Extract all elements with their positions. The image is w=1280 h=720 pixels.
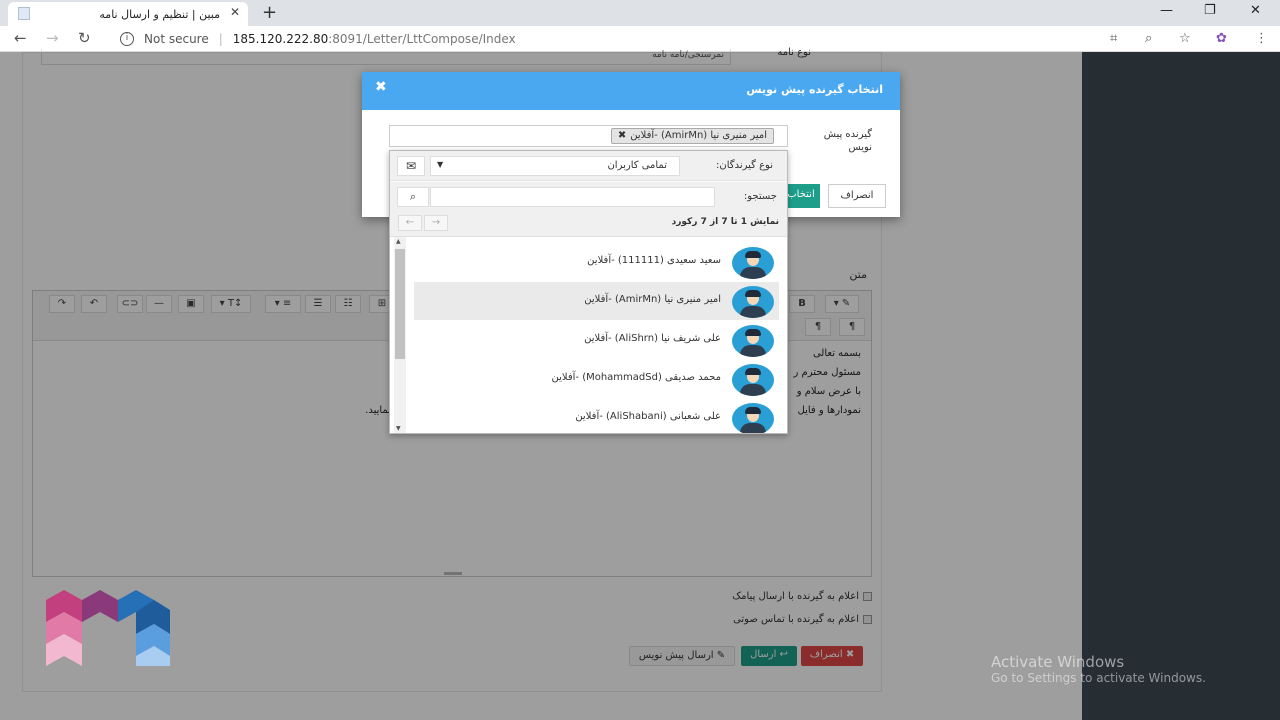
menu-icon[interactable]: ⋮: [1255, 31, 1268, 46]
pager-info: نمایش 1 تا 7 از 7 رکورد: [671, 217, 779, 227]
maximize-button[interactable]: ❐: [1204, 3, 1216, 18]
dark-side-panel: [1082, 52, 1280, 720]
browser-tab[interactable]: مبین | تنظیم و ارسال نامه ✕: [8, 2, 248, 26]
avatar: [732, 325, 774, 357]
list-item-name: امیر منیری نیا (AmirMn) -آفلاین: [584, 294, 721, 305]
recipient-dropdown: نوع گیرندگان: تمامی کاربران ▼ ✉ جستجو: ⌕…: [389, 150, 788, 434]
search-row: جستجو: ⌕: [390, 182, 787, 212]
forward-icon[interactable]: →: [46, 29, 59, 47]
translate-icon[interactable]: ⌗: [1110, 31, 1117, 46]
list-item-name: محمد صدیقی (MohammadSd) -آفلاین: [551, 372, 721, 383]
back-icon[interactable]: ←: [14, 29, 27, 47]
modal-header: انتخاب گیرنده پیش نویس ✖: [362, 72, 900, 110]
url-host: 185.120.222.80: [232, 32, 329, 46]
envelope-icon[interactable]: ✉: [397, 156, 425, 176]
list-item[interactable]: علی شعبانی (AliShabani) -آفلاین: [414, 399, 779, 433]
minimize-button[interactable]: —: [1160, 3, 1173, 18]
recipient-type-select[interactable]: تمامی کاربران ▼: [430, 156, 680, 176]
avatar: [732, 247, 774, 279]
list-item[interactable]: محمد صدیقی (MohammadSd) -آفلاین: [414, 360, 779, 398]
recipient-select[interactable]: امیر منیری نیا (AmirMn) -آفلاین ✖: [389, 125, 788, 147]
reload-icon[interactable]: ↻: [78, 29, 91, 47]
modal-title: انتخاب گیرنده پیش نویس: [746, 83, 883, 96]
list-scrollbar[interactable]: ▲ ▼: [394, 237, 406, 433]
avatar: [732, 403, 774, 433]
pager-row: نمایش 1 تا 7 از 7 رکورد ← →: [390, 209, 787, 237]
list-item[interactable]: امیر منیری نیا (AmirMn) -آفلاین: [414, 282, 779, 320]
activate-windows-title: Activate Windows: [991, 653, 1125, 671]
avatar: [732, 364, 774, 396]
url-path: :8091/Letter/LttCompose/Index: [328, 32, 516, 46]
avatar: [732, 286, 774, 318]
recipient-label: گیرنده پیش نویس: [823, 129, 872, 153]
scroll-up-icon[interactable]: ▲: [396, 238, 401, 245]
prev-page-icon[interactable]: ←: [398, 215, 422, 231]
modal-cancel-button[interactable]: انصراف: [828, 184, 886, 208]
list-item-name: علی شریف نیا (AliShrn) -آفلاین: [584, 333, 721, 344]
recipient-list: ▲ ▼ سعید سعیدی (111111) -آفلاین امیر منی…: [390, 237, 787, 433]
recipient-type-label: نوع گیرندگان:: [716, 160, 773, 171]
list-item-name: سعید سعیدی (111111) -آفلاین: [587, 255, 721, 266]
search-icon[interactable]: ⌕: [397, 187, 429, 207]
scroll-thumb[interactable]: [395, 249, 405, 359]
activate-windows-subtitle: Go to Settings to activate Windows.: [991, 671, 1206, 685]
extension-icon[interactable]: ✿: [1216, 31, 1227, 46]
favicon-icon: [18, 7, 30, 20]
pager-controls: ← →: [398, 215, 448, 231]
list-item-name: علی شعبانی (AliShabani) -آفلاین: [575, 411, 721, 422]
list-item[interactable]: علی شریف نیا (AliShrn) -آفلاین: [414, 321, 779, 359]
modal-close-icon[interactable]: ✖: [375, 79, 387, 95]
tab-close-icon[interactable]: ✕: [230, 5, 240, 19]
logo-shape-4: [82, 590, 118, 622]
chip-remove-icon[interactable]: ✖: [618, 129, 626, 143]
next-page-icon[interactable]: →: [424, 215, 448, 231]
browser-titlebar: مبین | تنظیم و ارسال نامه ✕ + — ❐ ✕: [0, 0, 1280, 26]
security-label: Not secure: [144, 32, 209, 46]
star-icon[interactable]: ☆: [1179, 31, 1191, 46]
chevron-down-icon: ▼: [437, 160, 444, 169]
info-icon[interactable]: i: [120, 32, 134, 46]
address-bar[interactable]: i Not secure | 185.120.222.80 :8091/Lett…: [112, 28, 1207, 50]
selected-recipient-chip: امیر منیری نیا (AmirMn) -آفلاین ✖: [610, 128, 774, 144]
recipient-type-row: نوع گیرندگان: تمامی کاربران ▼ ✉: [390, 151, 787, 181]
new-tab-button[interactable]: +: [262, 2, 277, 23]
list-item[interactable]: سعید سعیدی (111111) -آفلاین: [414, 243, 779, 281]
tab-title: مبین | تنظیم و ارسال نامه: [99, 7, 220, 21]
zoom-icon[interactable]: ⌕: [1145, 31, 1152, 46]
scroll-down-icon[interactable]: ▼: [396, 425, 401, 432]
chip-label: امیر منیری نیا (AmirMn) -آفلاین: [630, 130, 767, 141]
brand-logo: [46, 590, 170, 666]
search-label: جستجو:: [743, 191, 777, 202]
recipient-type-value: تمامی کاربران: [607, 160, 667, 171]
search-input[interactable]: [430, 187, 715, 207]
close-window-button[interactable]: ✕: [1250, 3, 1261, 18]
address-divider: |: [218, 32, 223, 46]
